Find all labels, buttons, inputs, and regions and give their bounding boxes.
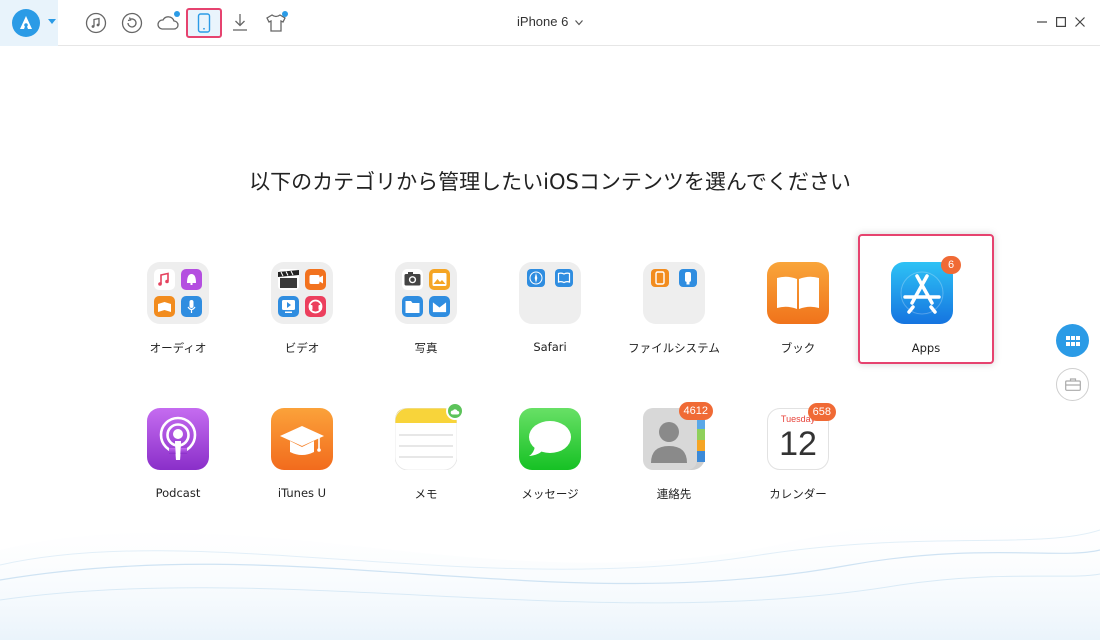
category-label: メッセージ	[521, 487, 579, 501]
toolbox-button[interactable]	[1056, 368, 1089, 401]
top-toolbar: iPhone 6	[0, 0, 1100, 46]
category-calendar[interactable]: Tuesday 12 658 カレンダー	[736, 403, 860, 518]
calendar-date: 12	[779, 425, 817, 463]
books-icon	[767, 262, 829, 324]
category-photos[interactable]: 写真	[364, 262, 488, 372]
chevron-down-icon[interactable]	[46, 16, 58, 28]
calendar-icon: Tuesday 12 658	[767, 403, 836, 470]
count-badge: 658	[807, 403, 836, 421]
messages-icon	[519, 408, 581, 470]
category-label: メモ	[414, 487, 438, 501]
category-notes[interactable]: メモ	[364, 402, 488, 518]
music-icon[interactable]	[83, 10, 109, 36]
category-label: Apps	[911, 341, 941, 355]
briefcase-icon	[1064, 378, 1081, 391]
category-books[interactable]: ブック	[736, 262, 860, 372]
contacts-icon: 4612	[643, 402, 713, 470]
category-apps[interactable]: 6 Apps	[858, 234, 994, 364]
app-logo-area[interactable]	[0, 0, 58, 46]
restore-icon[interactable]	[119, 10, 145, 36]
category-label: Podcast	[155, 486, 201, 500]
app-logo-icon[interactable]	[12, 9, 40, 37]
device-icon[interactable]	[186, 8, 222, 38]
grid-view-button[interactable]	[1056, 324, 1089, 357]
chevron-down-icon[interactable]	[575, 19, 583, 26]
category-filesystem[interactable]: ファイルシステム	[612, 262, 736, 372]
category-label: 連絡先	[656, 487, 692, 501]
category-label: ビデオ	[284, 341, 320, 355]
itunes-u-icon	[271, 408, 333, 470]
close-button[interactable]	[1070, 12, 1090, 32]
category-itunes-u[interactable]: iTunes U	[240, 408, 364, 518]
icloud-icon	[446, 402, 464, 420]
grid-icon	[1065, 335, 1080, 346]
download-icon[interactable]	[227, 10, 253, 36]
category-audio[interactable]: オーディオ	[116, 262, 240, 372]
category-contacts[interactable]: 4612 連絡先	[612, 402, 736, 518]
category-label: ブック	[780, 341, 816, 355]
category-label: iTunes U	[277, 486, 327, 500]
tshirt-icon[interactable]	[263, 10, 289, 36]
category-podcast[interactable]: Podcast	[116, 408, 240, 518]
page-heading: 以下のカテゴリから管理したいiOSコンテンツを選んでください	[249, 170, 851, 194]
notification-dot	[174, 11, 180, 17]
category-video[interactable]: ビデオ	[240, 262, 364, 372]
photo-folder-icon	[395, 262, 457, 324]
audio-folder-icon	[147, 262, 209, 324]
maximize-button[interactable]	[1051, 12, 1071, 32]
minimize-button[interactable]	[1032, 12, 1052, 32]
category-label: 写真	[414, 341, 438, 355]
icloud-icon[interactable]	[155, 10, 181, 36]
category-messages[interactable]: メッセージ	[488, 408, 612, 518]
filesystem-folder-icon	[643, 262, 705, 324]
count-badge: 6	[941, 256, 961, 274]
video-folder-icon	[271, 262, 333, 324]
category-label: Safari	[533, 340, 567, 354]
category-label: カレンダー	[769, 487, 827, 501]
notes-icon	[394, 402, 464, 471]
notification-dot	[282, 11, 288, 17]
device-name[interactable]: iPhone 6	[517, 14, 568, 29]
category-label: ファイルシステム	[628, 341, 720, 355]
category-safari[interactable]: Safari	[488, 262, 612, 372]
category-label: オーディオ	[149, 341, 207, 355]
app-store-icon: 6	[891, 256, 961, 324]
safari-folder-icon	[519, 262, 581, 324]
podcast-icon	[147, 408, 209, 470]
count-badge: 4612	[678, 402, 713, 420]
